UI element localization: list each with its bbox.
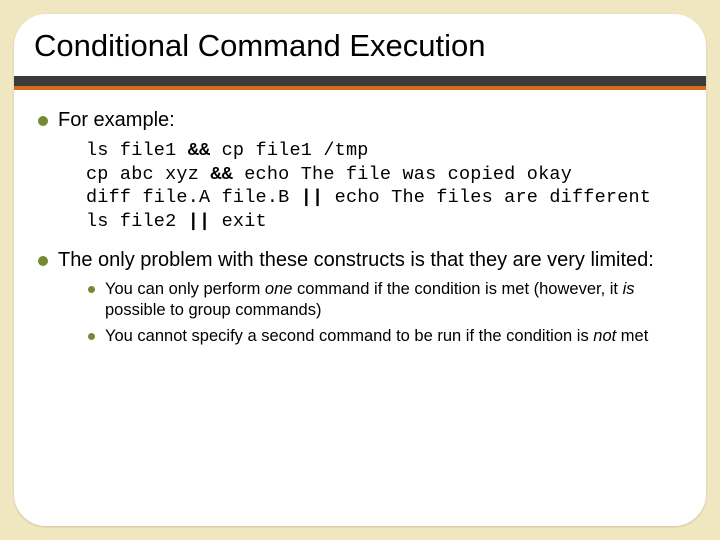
slide-card: Conditional Command Execution For exampl… [14, 14, 706, 526]
bullet-text: The only problem with these constructs i… [58, 248, 654, 273]
code-block: ls file1 && cp file1 /tmp cp abc xyz && … [86, 139, 686, 234]
bullet-text: For example: [58, 108, 175, 133]
code-operator: || [301, 187, 324, 208]
rule-dark [14, 76, 706, 86]
code-text: cp abc xyz [86, 164, 210, 185]
bullet-dot-icon [38, 116, 48, 126]
text-run: met [616, 327, 648, 345]
bullet-level1: For example: [38, 108, 686, 133]
slide-content: For example: ls file1 && cp file1 /tmp c… [38, 108, 686, 351]
code-text: exit [210, 211, 267, 232]
slide-title: Conditional Command Execution [34, 28, 686, 64]
rule-orange [14, 86, 706, 90]
bullet-dot-icon [88, 286, 95, 293]
bullet-level2: You can only perform one command if the … [86, 279, 686, 322]
code-text: cp file1 /tmp [210, 140, 368, 161]
title-rule [14, 76, 706, 90]
italic-text: is [623, 280, 635, 298]
code-operator: && [188, 140, 211, 161]
italic-text: one [265, 280, 293, 298]
bullet-text: You can only perform one command if the … [105, 279, 686, 322]
bullet-dot-icon [88, 333, 95, 340]
code-text: diff file.A file.B [86, 187, 301, 208]
code-text: echo The file was copied okay [233, 164, 572, 185]
code-operator: || [188, 211, 211, 232]
title-wrap: Conditional Command Execution [14, 28, 706, 70]
text-run: command if the condition is met (however… [292, 280, 622, 298]
text-run: You can only perform [105, 280, 265, 298]
code-operator: && [210, 164, 233, 185]
code-text: ls file1 [86, 140, 188, 161]
code-text: echo The files are different [323, 187, 651, 208]
text-run: possible to group commands) [105, 301, 321, 319]
bullet-level2: You cannot specify a second command to b… [86, 326, 686, 347]
sub-bullets: You can only perform one command if the … [86, 279, 686, 347]
text-run: You cannot specify a second command to b… [105, 327, 593, 345]
bullet-dot-icon [38, 256, 48, 266]
italic-text: not [593, 327, 616, 345]
bullet-text: You cannot specify a second command to b… [105, 326, 648, 347]
code-text: ls file2 [86, 211, 188, 232]
bullet-level1: The only problem with these constructs i… [38, 248, 686, 273]
